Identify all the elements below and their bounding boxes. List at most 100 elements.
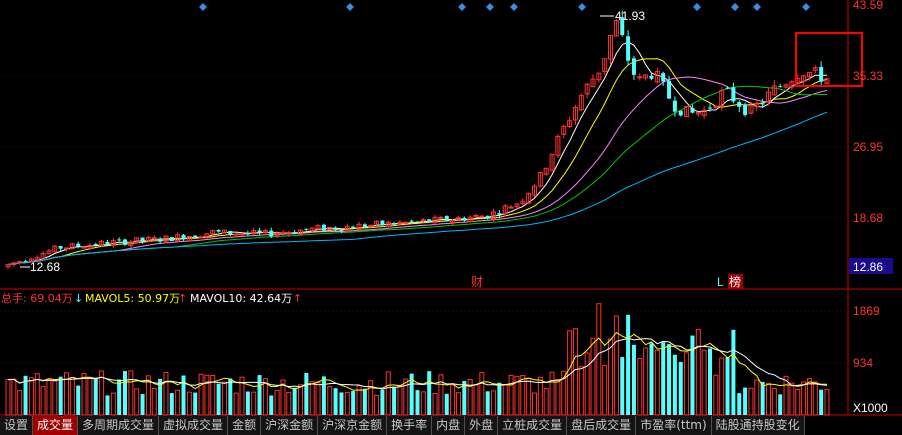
- candle: [123, 238, 127, 246]
- candle: [643, 74, 649, 81]
- volume-bar: [304, 372, 309, 415]
- volume-bar: [93, 377, 98, 415]
- event-bang-label[interactable]: 榜: [729, 274, 741, 289]
- volume-bar: [491, 390, 497, 416]
- event-diamond: [510, 3, 518, 11]
- tab-label: 盘后成交量: [571, 418, 632, 432]
- event-cai-label[interactable]: 财: [471, 275, 483, 289]
- volume-bar: [420, 391, 426, 416]
- tab-label: 虚拟成交量: [163, 418, 224, 432]
- candle: [5, 264, 11, 270]
- volume-bar: [40, 386, 46, 416]
- tab-12[interactable]: 市盈率(ttm): [636, 416, 712, 435]
- volume-bar: [362, 388, 367, 415]
- event-l-label[interactable]: L: [717, 275, 724, 289]
- candle: [52, 244, 58, 253]
- volume-tick-label: 1869: [853, 304, 880, 318]
- volume-bar: [444, 393, 449, 415]
- volume-bar: [309, 381, 315, 416]
- candle: [455, 215, 461, 220]
- tab-2[interactable]: 多周期成交量: [78, 416, 160, 435]
- candle-body: [725, 87, 730, 89]
- volume-bar: [392, 386, 397, 415]
- low-price-label: 12.68: [30, 260, 60, 274]
- price-grid: [0, 75, 848, 219]
- candle-body: [392, 223, 397, 225]
- volume-header: 总手: 69.04万 ↓ MAVOL5: 50.97万 ↑ MAVOL10: 4…: [1, 291, 302, 305]
- candle: [46, 249, 52, 255]
- candle: [151, 235, 157, 240]
- tab-6[interactable]: 沪深京金额: [318, 416, 388, 435]
- candle: [526, 192, 532, 205]
- volume-bar: [11, 378, 17, 416]
- candle: [608, 34, 614, 65]
- volume-bar: [368, 380, 374, 416]
- total-volume-label: 总手: 69.04万: [1, 291, 73, 305]
- volume-bar: [193, 392, 198, 415]
- volume-bar: [28, 377, 34, 416]
- candle-body: [245, 233, 250, 235]
- candle: [743, 102, 748, 117]
- candle-body: [678, 110, 683, 116]
- tab-7[interactable]: 换手率: [387, 416, 433, 435]
- candle-body: [321, 224, 326, 231]
- candle: [824, 78, 830, 85]
- candle-body: [193, 235, 198, 238]
- candlestick-chart: 41.93 12.68 财 L 榜 43.59 35.33 26.95 18.6…: [0, 0, 902, 416]
- tab-1[interactable]: 成交量: [33, 416, 79, 435]
- candle: [262, 228, 268, 235]
- tab-5[interactable]: 沪深金额: [261, 416, 319, 435]
- tab-label: 设置: [4, 418, 29, 432]
- candle-body: [257, 230, 262, 233]
- candle-body: [216, 230, 221, 232]
- event-diamond: [753, 3, 761, 11]
- volume-bar: [69, 376, 75, 416]
- indicator-tab-bar: 设置 成交量 多周期成交量 虚拟成交量 金额 沪深金额 沪深京金额 换手率 内盘 外盘 立桩成交量盘…: [0, 416, 902, 435]
- candle: [228, 230, 233, 237]
- volume-bar: [725, 357, 730, 415]
- volume-bar: [233, 392, 239, 416]
- tab-0[interactable]: 设置: [0, 416, 34, 435]
- volume-bar: [473, 384, 479, 416]
- candle: [58, 245, 63, 251]
- event-markers: [199, 3, 810, 11]
- price-tick-label: 18.68: [853, 211, 883, 225]
- tab-9[interactable]: 外盘: [465, 416, 499, 435]
- candle-body: [93, 243, 98, 246]
- candle-body: [637, 76, 643, 79]
- candle-body: [117, 239, 122, 241]
- mavol5-arrow: ↑: [178, 292, 187, 305]
- volume-bar: [76, 385, 81, 415]
- event-diamond: [346, 3, 354, 11]
- volume-bar: [450, 384, 456, 416]
- volume-bar: [684, 352, 690, 416]
- volume-bar: [87, 376, 93, 416]
- candle: [427, 219, 432, 223]
- tab-13[interactable]: 陆股通持股变化: [711, 416, 805, 435]
- candle: [221, 229, 227, 234]
- volume-bar: [427, 371, 432, 415]
- volume-bar: [497, 382, 502, 415]
- volume-bar: [105, 395, 110, 415]
- candle: [280, 229, 286, 236]
- candle-body: [198, 236, 204, 239]
- tab-10[interactable]: 立桩成交量: [498, 416, 568, 435]
- candle: [105, 239, 110, 246]
- volume-bar: [661, 342, 666, 415]
- volume-bar: [479, 371, 485, 416]
- tab-11[interactable]: 盘后成交量: [567, 416, 637, 435]
- tab-4[interactable]: 金额: [228, 416, 262, 435]
- candle: [204, 233, 210, 240]
- volume-bar: [678, 361, 683, 415]
- volume-bar: [708, 348, 712, 415]
- candle: [502, 203, 508, 217]
- volume-bar: [17, 390, 23, 416]
- mavol5-line: [7, 331, 827, 391]
- candle: [145, 235, 151, 243]
- volume-bar: [52, 380, 58, 416]
- volume-bar: [643, 347, 649, 416]
- tab-3[interactable]: 虚拟成交量: [159, 416, 229, 435]
- candle-body: [351, 226, 356, 229]
- tab-8[interactable]: 内盘: [432, 416, 466, 435]
- candle-body: [462, 217, 467, 221]
